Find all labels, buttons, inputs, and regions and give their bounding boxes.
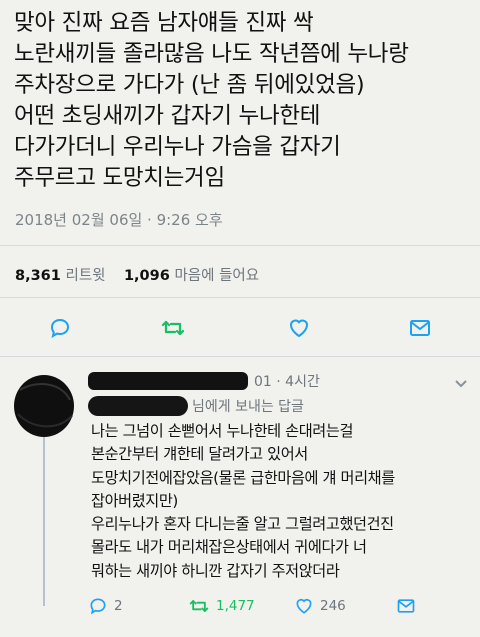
avatar[interactable]: [6, 370, 86, 637]
reply-like-button[interactable]: 246: [294, 596, 346, 616]
tweet-text: 맞아 진짜 요즘 남자얘들 진짜 싹 노란새끼들 졸라많음 나도 작년쯤에 누나…: [14, 10, 409, 191]
reply-retweet-count: 1,477: [216, 598, 255, 614]
divider: [0, 245, 480, 246]
like-label[interactable]: 마음에 들어요: [174, 268, 259, 284]
redacted-handle: [88, 396, 188, 416]
reply-icon: [90, 598, 106, 615]
reply-author-header[interactable]: 01 · 4시간: [88, 368, 320, 394]
reply-button[interactable]: [45, 313, 75, 343]
direct-message-icon: [397, 599, 415, 613]
direct-message-icon: [410, 320, 430, 336]
retweet-button[interactable]: [158, 313, 188, 343]
reply-retweet-button[interactable]: 1,477: [188, 596, 255, 616]
reply-direct-message-button[interactable]: [396, 596, 416, 616]
divider: [0, 356, 480, 357]
like-icon: [289, 319, 309, 338]
tweet-stats: 8,361 리트윗 1,096 마음에 들어요: [15, 264, 259, 285]
direct-message-button[interactable]: [405, 313, 435, 343]
reply-time: 01 · 4시간: [254, 374, 320, 390]
like-button[interactable]: [284, 313, 314, 343]
more-options-button[interactable]: [454, 374, 468, 393]
replying-to-line: 님에게 보내는 답글: [88, 396, 304, 416]
like-icon: [296, 598, 312, 614]
tweet-actions: [0, 313, 480, 345]
reply-reply-count: 2: [114, 598, 123, 614]
replying-to-text: 님에게 보내는 답글: [192, 399, 304, 415]
like-count[interactable]: 1,096: [124, 268, 170, 284]
retweet-label[interactable]: 리트윗: [65, 268, 105, 284]
chevron-down-icon: [455, 380, 467, 388]
redacted-author-name: [88, 372, 248, 390]
tweet-timestamp[interactable]: 2018년 02월 06일 · 9:26 오후: [15, 209, 223, 230]
reply-actions: 2 1,477 246: [88, 596, 468, 620]
reply-icon: [50, 318, 70, 339]
retweet-icon: [189, 600, 209, 612]
retweet-count[interactable]: 8,361: [15, 268, 61, 284]
reply-like-count: 246: [320, 598, 346, 614]
retweet-icon: [161, 320, 185, 336]
reply-tweet[interactable]: 01 · 4시간 님에게 보내는 답글 나는 그넘이 손뻗어서 누나한테 손대려…: [0, 360, 480, 637]
reply-reply-button[interactable]: 2: [88, 596, 123, 616]
divider: [0, 297, 480, 298]
reply-text: 나는 그넘이 손뻗어서 누나한테 손대려는걸 본순간부터 걔한테 달려가고 있어…: [91, 422, 395, 580]
